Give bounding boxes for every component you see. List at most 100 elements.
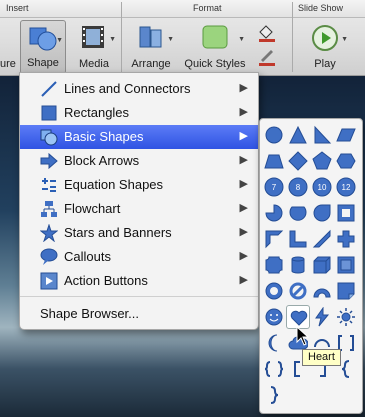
diamond-icon — [288, 151, 308, 171]
shape-donut[interactable] — [262, 279, 286, 303]
diagonal-stripe-icon — [312, 229, 331, 248]
group-title-slide-show: Slide Show — [298, 3, 344, 13]
basic-shapes-icon — [40, 128, 58, 146]
l-shape-icon — [289, 230, 307, 248]
menu-item-lines-and-connectors[interactable]: Lines and Connectors ▶ — [20, 77, 258, 101]
group-separator — [292, 2, 293, 72]
arrange-button[interactable]: ▼ Arrange — [126, 20, 176, 74]
shape-smiley-face[interactable] — [262, 305, 286, 329]
shape-right-brace[interactable] — [262, 383, 286, 407]
menu-divider — [20, 296, 258, 297]
chevron-right-icon: ▶ — [239, 178, 248, 190]
heart-icon — [290, 310, 308, 326]
oval-icon — [265, 126, 283, 144]
menu-item-label: Shape Browser... — [40, 306, 139, 321]
chevron-right-icon: ▶ — [239, 154, 248, 166]
shape-bevel[interactable] — [334, 253, 358, 277]
shape-menu: Lines and Connectors ▶ Rectangles ▶ Basi… — [19, 72, 259, 330]
shape-button[interactable]: ▼ Shape — [20, 20, 66, 74]
menu-item-flowchart[interactable]: Flowchart ▶ — [20, 197, 258, 221]
menu-item-label: Callouts — [64, 249, 111, 264]
shape-lightning-bolt[interactable] — [310, 305, 334, 329]
shape-pentagon[interactable] — [310, 149, 334, 173]
shape-cross[interactable] — [334, 227, 358, 251]
film-strip-icon — [79, 24, 109, 53]
shape-trapezoid[interactable] — [262, 149, 286, 173]
shape-plaque[interactable] — [262, 253, 286, 277]
donut-icon — [265, 282, 283, 300]
chevron-down-icon: ▼ — [167, 36, 174, 43]
group-separator — [121, 2, 122, 72]
block-arc-icon — [313, 288, 331, 298]
menu-item-stars-and-banners[interactable]: Stars and Banners ▶ — [20, 221, 258, 245]
shape-right-triangle[interactable] — [310, 123, 334, 147]
chevron-right-icon: ▶ — [239, 202, 248, 214]
shape-cube[interactable] — [310, 253, 334, 277]
sun-icon — [337, 308, 355, 326]
shape-can[interactable] — [286, 253, 310, 277]
shape-octagon[interactable]: 8 — [286, 175, 310, 199]
menu-item-label: Action Buttons — [64, 273, 148, 288]
chord-icon — [289, 206, 307, 221]
mouse-pointer-icon — [296, 326, 310, 346]
shape-block-arc[interactable] — [310, 279, 334, 303]
menu-item-shape-browser[interactable]: Shape Browser... — [20, 302, 258, 326]
menu-item-basic-shapes[interactable]: Basic Shapes ▶ — [20, 125, 258, 149]
menu-item-callouts[interactable]: Callouts ▶ — [20, 245, 258, 269]
shape-triangle[interactable] — [286, 123, 310, 147]
shape-teardrop[interactable] — [310, 201, 334, 225]
trapezoid-icon — [264, 154, 284, 169]
shape-parallelogram[interactable] — [334, 123, 358, 147]
quick-styles-button[interactable]: ▼ Quick Styles — [183, 20, 247, 74]
play-button-label: Play — [314, 58, 336, 70]
octagon-icon: 8 — [288, 177, 308, 197]
chevron-right-icon: ▶ — [239, 226, 248, 238]
shape-no-symbol[interactable] — [286, 279, 310, 303]
shape-oval[interactable] — [262, 123, 286, 147]
chevron-right-icon: ▶ — [239, 106, 248, 118]
shape-heptagon[interactable]: 7 — [262, 175, 286, 199]
chevron-down-icon: ▼ — [238, 36, 245, 43]
smiley-face-icon — [265, 308, 283, 326]
shape-decagon[interactable]: 10 — [310, 175, 334, 199]
block-arrow-icon — [40, 152, 58, 170]
bevel-icon — [337, 256, 355, 274]
picture-button[interactable]: ure — [0, 20, 18, 74]
frame-icon — [337, 204, 355, 222]
menu-item-equation-shapes[interactable]: Equation Shapes ▶ — [20, 173, 258, 197]
cube-icon — [313, 256, 331, 274]
shape-pie[interactable] — [262, 201, 286, 225]
media-button[interactable]: ▼ Media — [70, 20, 118, 74]
menu-item-label: Basic Shapes — [64, 129, 144, 144]
shape-folded-corner[interactable] — [334, 279, 358, 303]
play-button[interactable]: ▼ Play — [300, 20, 350, 74]
half-frame-icon — [265, 230, 284, 249]
svg-text:7: 7 — [272, 183, 277, 192]
equation-icon — [40, 176, 58, 194]
double-brace-icon — [264, 361, 284, 377]
menu-item-action-buttons[interactable]: Action Buttons ▶ — [20, 269, 258, 293]
no-symbol-icon — [289, 282, 307, 300]
shape-half-frame[interactable] — [262, 227, 286, 251]
menu-item-block-arrows[interactable]: Block Arrows ▶ — [20, 149, 258, 173]
shape-dodecagon[interactable]: 12 — [334, 175, 358, 199]
shape-l-shape[interactable] — [286, 227, 310, 251]
shape-sun[interactable] — [334, 305, 358, 329]
shape-hexagon[interactable] — [334, 149, 358, 173]
shape-frame[interactable] — [334, 201, 358, 225]
chevron-down-icon: ▼ — [109, 36, 116, 43]
rectangle-icon — [40, 104, 58, 122]
pie-icon — [265, 204, 283, 222]
shape-moon[interactable] — [262, 331, 286, 355]
chevron-right-icon: ▶ — [239, 274, 248, 286]
line-color-button[interactable] — [252, 46, 282, 72]
svg-text:10: 10 — [318, 183, 327, 192]
svg-text:12: 12 — [342, 183, 351, 192]
star-icon — [39, 223, 59, 243]
shape-chord[interactable] — [286, 201, 310, 225]
shape-diamond[interactable] — [286, 149, 310, 173]
shape-diagonal-stripe[interactable] — [310, 227, 334, 251]
teardrop-icon — [313, 204, 331, 222]
menu-item-rectangles[interactable]: Rectangles ▶ — [20, 101, 258, 125]
shape-double-brace[interactable] — [262, 357, 286, 381]
